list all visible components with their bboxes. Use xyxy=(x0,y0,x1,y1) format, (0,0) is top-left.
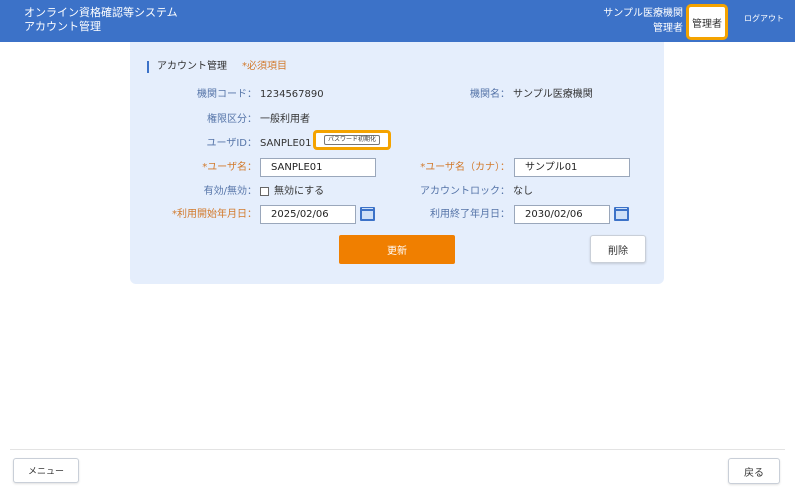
disable-checkbox-label[interactable]: 無効にする xyxy=(274,185,324,199)
top-header-bar: オンライン資格確認等システム アカウント管理 サンプル医療機関 管理者 管理者 … xyxy=(0,0,795,42)
disable-checkbox[interactable] xyxy=(260,187,269,196)
account-form-panel: アカウント管理 *必須項目 機関コード： 1234567890 機関名： サンプ… xyxy=(130,42,664,284)
institution-name-value: サンプル医療機関 xyxy=(513,89,593,100)
user-id-value: SANPLE01 xyxy=(260,138,312,149)
section-title: アカウント管理 xyxy=(147,61,227,73)
update-button[interactable]: 更新 xyxy=(339,235,455,264)
account-lock-value: なし xyxy=(513,186,533,197)
org-name: サンプル医療機関 xyxy=(603,8,683,19)
admin-role-button[interactable]: 管理者 xyxy=(686,4,728,40)
account-lock-label: アカウントロック： xyxy=(420,186,510,197)
org-info: サンプル医療機関 管理者 xyxy=(603,6,683,36)
password-reset-label: パスワード初期化 xyxy=(323,135,380,145)
start-date-input[interactable]: 2025/02/06 xyxy=(260,205,356,224)
institution-code-value: 1234567890 xyxy=(260,89,324,100)
back-button[interactable]: 戻る xyxy=(728,458,780,484)
end-date-input[interactable]: 2030/02/06 xyxy=(514,205,610,224)
delete-button[interactable]: 削除 xyxy=(590,235,646,263)
username-kana-input[interactable]: サンプル01 xyxy=(514,158,630,177)
footer-divider xyxy=(10,449,785,450)
password-reset-button[interactable]: パスワード初期化 xyxy=(313,130,391,150)
screen-name: アカウント管理 xyxy=(24,20,101,33)
end-date-calendar-icon[interactable] xyxy=(614,207,629,221)
enabled-label: 有効/無効： xyxy=(203,186,257,197)
institution-name-label: 機関名： xyxy=(470,89,510,100)
username-kana-label: *ユーザ名（カナ）： xyxy=(420,162,510,173)
start-date-label: *利用開始年月日： xyxy=(172,209,257,220)
permission-label: 権限区分： xyxy=(207,114,257,125)
logout-link[interactable]: ログアウト xyxy=(744,13,784,24)
user-role: 管理者 xyxy=(653,23,683,34)
username-label: *ユーザ名： xyxy=(202,162,257,173)
menu-button[interactable]: メニュー xyxy=(13,458,79,483)
username-input[interactable]: SANPLE01 xyxy=(260,158,376,177)
system-name: オンライン資格確認等システム xyxy=(24,6,178,19)
end-date-label: 利用終了年月日： xyxy=(430,209,510,220)
permission-value: 一般利用者 xyxy=(260,114,310,125)
required-note: *必須項目 xyxy=(242,61,287,72)
start-date-calendar-icon[interactable] xyxy=(360,207,375,221)
app-title: オンライン資格確認等システム アカウント管理 xyxy=(24,6,178,34)
user-id-label: ユーザID： xyxy=(206,138,257,149)
institution-code-label: 機関コード： xyxy=(197,89,257,100)
